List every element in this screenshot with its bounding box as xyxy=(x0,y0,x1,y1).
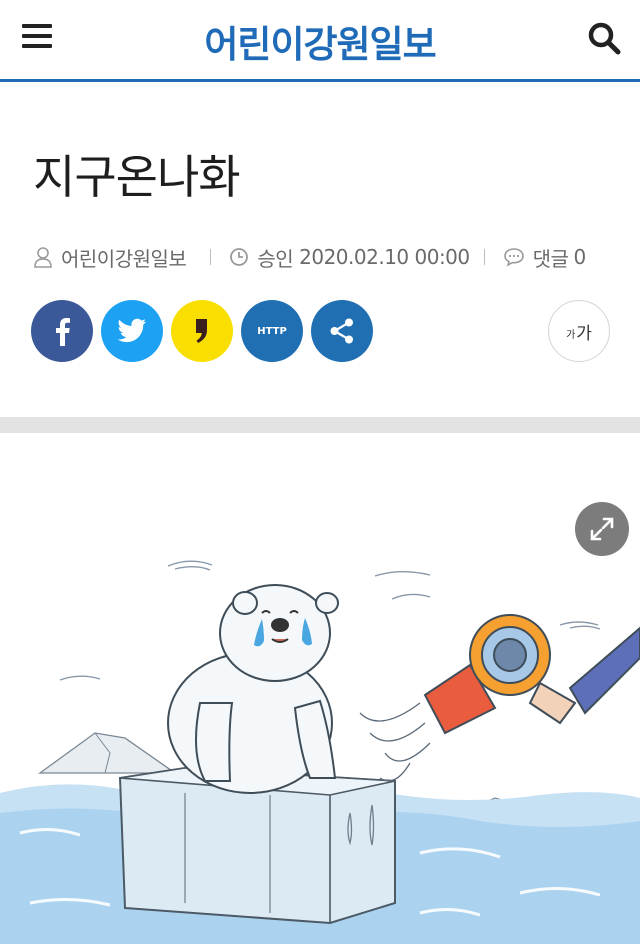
site-header: 어린이강원일보 xyxy=(0,0,640,82)
meta-divider xyxy=(483,249,485,265)
article-image[interactable] xyxy=(0,433,640,944)
share-more-button[interactable] xyxy=(311,300,373,362)
facebook-icon xyxy=(56,318,70,346)
expand-icon xyxy=(590,517,614,541)
share-facebook-button[interactable] xyxy=(31,300,93,362)
share-kakaostory-button[interactable] xyxy=(171,300,233,362)
share-http-button[interactable]: HTTP xyxy=(241,300,303,362)
share-icon xyxy=(330,318,353,344)
search-icon[interactable] xyxy=(586,20,622,56)
person-icon xyxy=(34,247,52,268)
comment-label[interactable]: 댓글 xyxy=(533,243,569,272)
site-logo[interactable]: 어린이강원일보 xyxy=(0,14,640,68)
approved-label: 승인 xyxy=(257,246,294,271)
font-size-large: 가 xyxy=(576,323,592,344)
http-icon: HTTP xyxy=(257,325,287,337)
article-header: 지구온나화 어린이강원일보 승인 2020.02.10 00:00 댓글 0 H… xyxy=(0,85,640,417)
comment-icon xyxy=(503,248,524,267)
clock-icon xyxy=(230,248,249,266)
section-divider xyxy=(0,417,640,433)
author-name: 어린이강원일보 xyxy=(61,246,187,271)
kakaostory-icon xyxy=(196,319,207,343)
image-expand-button[interactable] xyxy=(575,502,629,556)
font-size-small: 가 xyxy=(566,329,576,341)
comment-count[interactable]: 0 xyxy=(573,245,586,269)
approved-datetime: 2020.02.10 00:00 xyxy=(299,245,470,269)
article-title: 지구온나화 xyxy=(33,150,241,204)
share-twitter-button[interactable] xyxy=(101,300,163,362)
meta-divider xyxy=(210,249,212,265)
twitter-icon xyxy=(117,318,146,343)
font-size-button[interactable]: 가 가 xyxy=(548,300,610,362)
article-meta: 어린이강원일보 승인 2020.02.10 00:00 댓글 0 xyxy=(33,242,586,272)
polar-bear-illustration xyxy=(0,560,640,944)
share-bar: HTTP xyxy=(31,300,381,362)
